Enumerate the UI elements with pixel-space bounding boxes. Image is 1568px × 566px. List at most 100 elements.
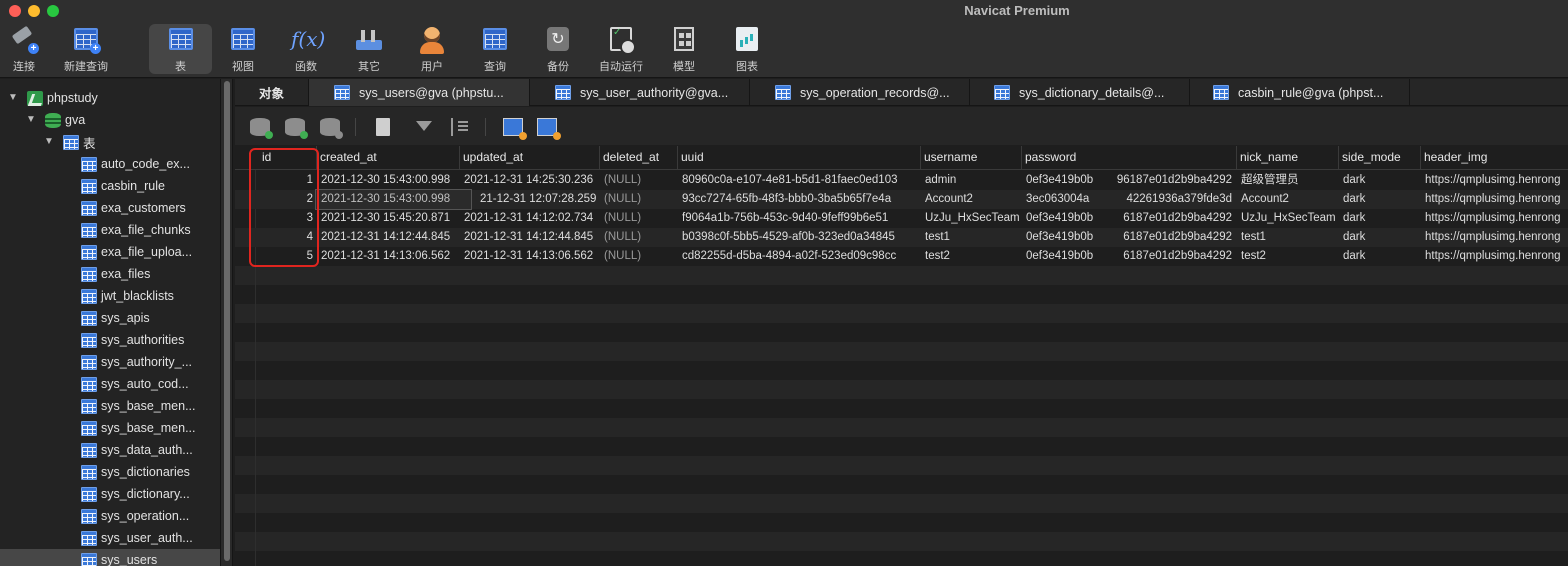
cell-updated-at[interactable]: 2021-12-31 14:25:30.236 [459, 171, 599, 190]
cell-created-at[interactable]: 2021-12-30 15:43:00.998 [316, 171, 459, 190]
cell-username[interactable]: Account2 [920, 190, 1021, 209]
column-header-deleted-at[interactable]: deleted_at [599, 146, 677, 170]
cell-password[interactable]: 6187e01d2b9ba4292 [1107, 247, 1236, 266]
cell-updated-at[interactable]: 2021-12-31 14:12:02.734 [459, 209, 599, 228]
toolbar-view[interactable]: 视图 [222, 24, 264, 74]
column-header-nick-name[interactable]: nick_name [1236, 146, 1338, 170]
text-view-icon[interactable] [376, 118, 390, 136]
tab-sys-users[interactable]: sys_users@gva (phpstu... [309, 79, 530, 106]
export-icon[interactable] [537, 118, 561, 140]
add-record-icon[interactable] [250, 118, 273, 139]
import-icon[interactable] [503, 118, 527, 140]
chevron-down-icon[interactable]: ▼ [25, 114, 37, 126]
cell-uuid[interactable]: 80960c0a-e107-4e81-b5d1-81faec0ed103 [677, 171, 920, 190]
cell-uuid[interactable]: cd82255d-d5ba-4894-a02f-523ed09c98cc [677, 247, 920, 266]
table-row[interactable]: 5 2021-12-31 14:13:06.562 2021-12-31 14:13… [235, 247, 1568, 266]
sidebar-item-table[interactable]: sys_dictionaries [0, 461, 220, 483]
chevron-down-icon[interactable]: ▼ [7, 92, 19, 104]
column-header-header-img[interactable]: header_img [1420, 146, 1568, 170]
sidebar-item-table[interactable]: sys_operation... [0, 505, 220, 527]
cell-header-img[interactable]: https://qmplusimg.henrong [1420, 171, 1568, 190]
sidebar-item-table[interactable]: exa_files [0, 263, 220, 285]
table-row[interactable]: 4 2021-12-31 14:12:44.845 2021-12-31 14:12… [235, 228, 1568, 247]
chevron-down-icon[interactable]: ▼ [43, 136, 55, 148]
cell-side-mode[interactable]: dark [1338, 190, 1420, 209]
toolbar-automation[interactable]: 自动运行 [595, 24, 647, 74]
column-header-updated-at[interactable]: updated_at [459, 146, 599, 170]
sidebar-item-table[interactable]: exa_file_uploa... [0, 241, 220, 263]
cell-password[interactable]: 42261936a379fde3d [1107, 190, 1236, 209]
sidebar-item-table[interactable]: sys_base_men... [0, 417, 220, 439]
sidebar-item-table[interactable]: sys_auto_cod... [0, 373, 220, 395]
toolbar-new-query[interactable]: + 新建查询 [58, 24, 114, 74]
table-row[interactable]: 3 2021-12-30 15:45:20.871 2021-12-31 14:12… [235, 209, 1568, 228]
cell-password[interactable]: 96187e01d2b9ba4292 [1107, 171, 1236, 190]
cell-username[interactable]: admin [920, 171, 1021, 190]
cell-username[interactable]: UzJu_HxSecTeam [920, 209, 1021, 228]
cell-password[interactable]: 0ef3e419b0b [1021, 171, 1107, 190]
toolbar-model[interactable]: 模型 [663, 24, 705, 74]
sidebar-item-table[interactable]: sys_users [0, 549, 220, 566]
tab-sys-dictionary-details[interactable]: sys_dictionary_details@... [970, 79, 1190, 106]
toolbar-user[interactable]: 用户 [411, 24, 453, 74]
cell-side-mode[interactable]: dark [1338, 247, 1420, 266]
tree-tables-group[interactable]: ▼ 表 [0, 131, 220, 153]
sidebar-item-table[interactable]: exa_file_chunks [0, 219, 220, 241]
cell-password[interactable]: 6187e01d2b9ba4292 [1107, 228, 1236, 247]
cell-password[interactable]: 6187e01d2b9ba4292 [1107, 209, 1236, 228]
sidebar-item-table[interactable]: sys_base_men... [0, 395, 220, 417]
cell-nick-name[interactable]: Account2 [1236, 190, 1338, 209]
sidebar-item-table[interactable]: casbin_rule [0, 175, 220, 197]
cell-header-img[interactable]: https://qmplusimg.henrong [1420, 190, 1568, 209]
cell-nick-name[interactable]: test1 [1236, 228, 1338, 247]
apply-changes-icon[interactable] [285, 118, 308, 139]
cell-created-at[interactable]: 2021-12-31 14:13:06.562 [316, 247, 459, 266]
sidebar-item-table[interactable]: auto_code_ex... [0, 153, 220, 175]
cell-side-mode[interactable]: dark [1338, 171, 1420, 190]
cell-username[interactable]: test2 [920, 247, 1021, 266]
cell-updated-at[interactable]: 21-12-31 12:07:28.259 [475, 190, 599, 209]
tab-sys-operation-records[interactable]: sys_operation_records@... [750, 79, 970, 106]
tab-casbin-rule[interactable]: casbin_rule@gva (phpst... [1190, 79, 1410, 106]
sidebar-item-table[interactable]: sys_apis [0, 307, 220, 329]
cell-created-at[interactable]: 2021-12-30 15:43:00.998 [315, 189, 472, 210]
cell-header-img[interactable]: https://qmplusimg.henrong [1420, 247, 1568, 266]
toolbar-table[interactable]: 表 [149, 24, 212, 74]
cell-nick-name[interactable]: 超级管理员 [1236, 171, 1338, 190]
toolbar-connection[interactable]: + 连接 [3, 24, 45, 74]
column-header-created-at[interactable]: created_at [316, 146, 459, 170]
column-header-username[interactable]: username [920, 146, 1021, 170]
cell-uuid[interactable]: 93cc7274-65fb-48f3-bbb0-3ba5b65f7e4a [677, 190, 920, 209]
cell-header-img[interactable]: https://qmplusimg.henrong [1420, 228, 1568, 247]
toolbar-other[interactable]: 其它 [348, 24, 390, 74]
cell-uuid[interactable]: f9064a1b-756b-453c-9d40-9feff99b6e51 [677, 209, 920, 228]
column-header-uuid[interactable]: uuid [677, 146, 920, 170]
cell-updated-at[interactable]: 2021-12-31 14:12:44.845 [459, 228, 599, 247]
cell-deleted-at[interactable]: (NULL) [599, 247, 677, 266]
sidebar-item-table[interactable]: jwt_blacklists [0, 285, 220, 307]
tab-sys-user-authority[interactable]: sys_user_authority@gva... [530, 79, 750, 106]
sidebar-item-table[interactable]: sys_dictionary... [0, 483, 220, 505]
discard-changes-icon[interactable] [320, 118, 343, 139]
toolbar-chart[interactable]: 图表 [726, 24, 768, 74]
table-row[interactable]: 2 2021-12-30 15:43:00.998 21-12-31 12:07:2… [235, 189, 1568, 210]
sidebar-scrollbar-thumb[interactable] [224, 81, 230, 561]
column-header-password[interactable]: password [1021, 146, 1236, 170]
toolbar-function[interactable]: f(x) 函数 [285, 24, 327, 74]
toolbar-backup[interactable]: 备份 [537, 24, 579, 74]
sidebar-item-table[interactable]: sys_user_auth... [0, 527, 220, 549]
cell-password[interactable]: 0ef3e419b0b [1021, 228, 1107, 247]
cell-deleted-at[interactable]: (NULL) [599, 190, 677, 209]
cell-side-mode[interactable]: dark [1338, 209, 1420, 228]
column-header-side-mode[interactable]: side_mode [1338, 146, 1420, 170]
table-row[interactable]: 1 2021-12-30 15:43:00.998 2021-12-31 14:25… [235, 171, 1568, 190]
cell-password[interactable]: 3ec063004a [1021, 190, 1107, 209]
tab-objects[interactable]: 对象 [235, 79, 309, 106]
tree-connection[interactable]: ▼ phpstudy [0, 87, 220, 109]
cell-created-at[interactable]: 2021-12-31 14:12:44.845 [316, 228, 459, 247]
cell-password[interactable]: 0ef3e419b0b [1021, 247, 1107, 266]
sidebar-item-table[interactable]: sys_data_auth... [0, 439, 220, 461]
tree-database[interactable]: ▼ gva [0, 109, 220, 131]
cell-deleted-at[interactable]: (NULL) [599, 171, 677, 190]
cell-nick-name[interactable]: UzJu_HxSecTeam [1236, 209, 1338, 228]
